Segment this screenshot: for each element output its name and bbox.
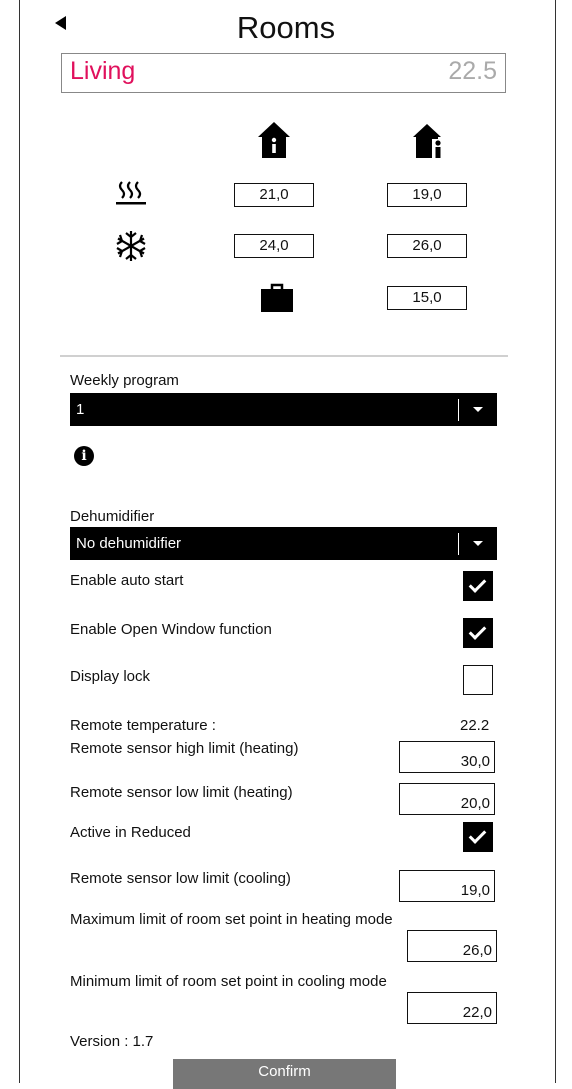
display-lock-checkbox[interactable] (463, 665, 493, 695)
briefcase-icon (261, 283, 293, 312)
remote-low-heating-label: Remote sensor low limit (heating) (70, 784, 293, 801)
weekly-program-select[interactable]: 1 (70, 393, 497, 426)
select-separator (458, 533, 459, 555)
heating-reduced-setpoint[interactable]: 19,0 (387, 183, 467, 207)
home-info-icon (258, 122, 290, 158)
chevron-down-icon (473, 407, 483, 412)
cooling-comfort-setpoint[interactable]: 24,0 (234, 234, 314, 258)
remote-temperature-value: 22.2 (460, 717, 490, 734)
dehumidifier-select[interactable]: No dehumidifier (70, 527, 497, 560)
remote-high-heating-input[interactable]: 30,0 (399, 741, 495, 773)
remote-low-heating-input[interactable]: 20,0 (399, 783, 495, 815)
room-name: Living (70, 57, 136, 85)
dehumidifier-value: No dehumidifier (76, 535, 182, 552)
remote-high-heating-label: Remote sensor high limit (heating) (70, 740, 299, 757)
min-cooling-setpoint-label: Minimum limit of room set point in cooli… (70, 973, 387, 990)
divider (60, 355, 508, 357)
chevron-down-icon (473, 541, 483, 546)
remote-low-cooling-label: Remote sensor low limit (cooling) (70, 870, 291, 887)
select-separator (458, 399, 459, 421)
min-cooling-setpoint-input[interactable]: 22,0 (407, 992, 497, 1024)
page-title: Rooms (236, 10, 336, 45)
room-selector[interactable]: Living 22.5 (61, 53, 506, 93)
display-lock-label: Display lock (70, 668, 151, 685)
cooling-reduced-setpoint[interactable]: 26,0 (387, 234, 467, 258)
weekly-program-value: 1 (76, 401, 85, 418)
enable-open-window-checkbox[interactable] (463, 618, 493, 648)
home-person-icon (413, 124, 445, 159)
active-in-reduced-label: Active in Reduced (70, 824, 191, 841)
heating-waves-icon (116, 181, 146, 205)
enable-auto-start-checkbox[interactable] (463, 571, 493, 601)
snowflake-icon (116, 231, 146, 261)
active-in-reduced-checkbox[interactable] (463, 822, 493, 852)
heating-comfort-setpoint[interactable]: 21,0 (234, 183, 314, 207)
dehumidifier-label: Dehumidifier (70, 508, 155, 525)
version-label: Version : 1.7 (70, 1033, 154, 1050)
info-icon[interactable]: i (74, 446, 94, 466)
enable-open-window-label: Enable Open Window function (70, 621, 272, 638)
room-temperature: 22.5 (448, 57, 497, 85)
confirm-button[interactable]: Confirm (173, 1059, 396, 1089)
max-heating-setpoint-input[interactable]: 26,0 (407, 930, 497, 962)
remote-low-cooling-input[interactable]: 19,0 (399, 870, 495, 902)
max-heating-setpoint-label: Maximum limit of room set point in heati… (70, 911, 393, 928)
remote-temperature-label: Remote temperature : (70, 717, 216, 734)
weekly-program-label: Weekly program (70, 372, 179, 389)
away-setpoint[interactable]: 15,0 (387, 286, 467, 310)
enable-auto-start-label: Enable auto start (70, 572, 184, 589)
